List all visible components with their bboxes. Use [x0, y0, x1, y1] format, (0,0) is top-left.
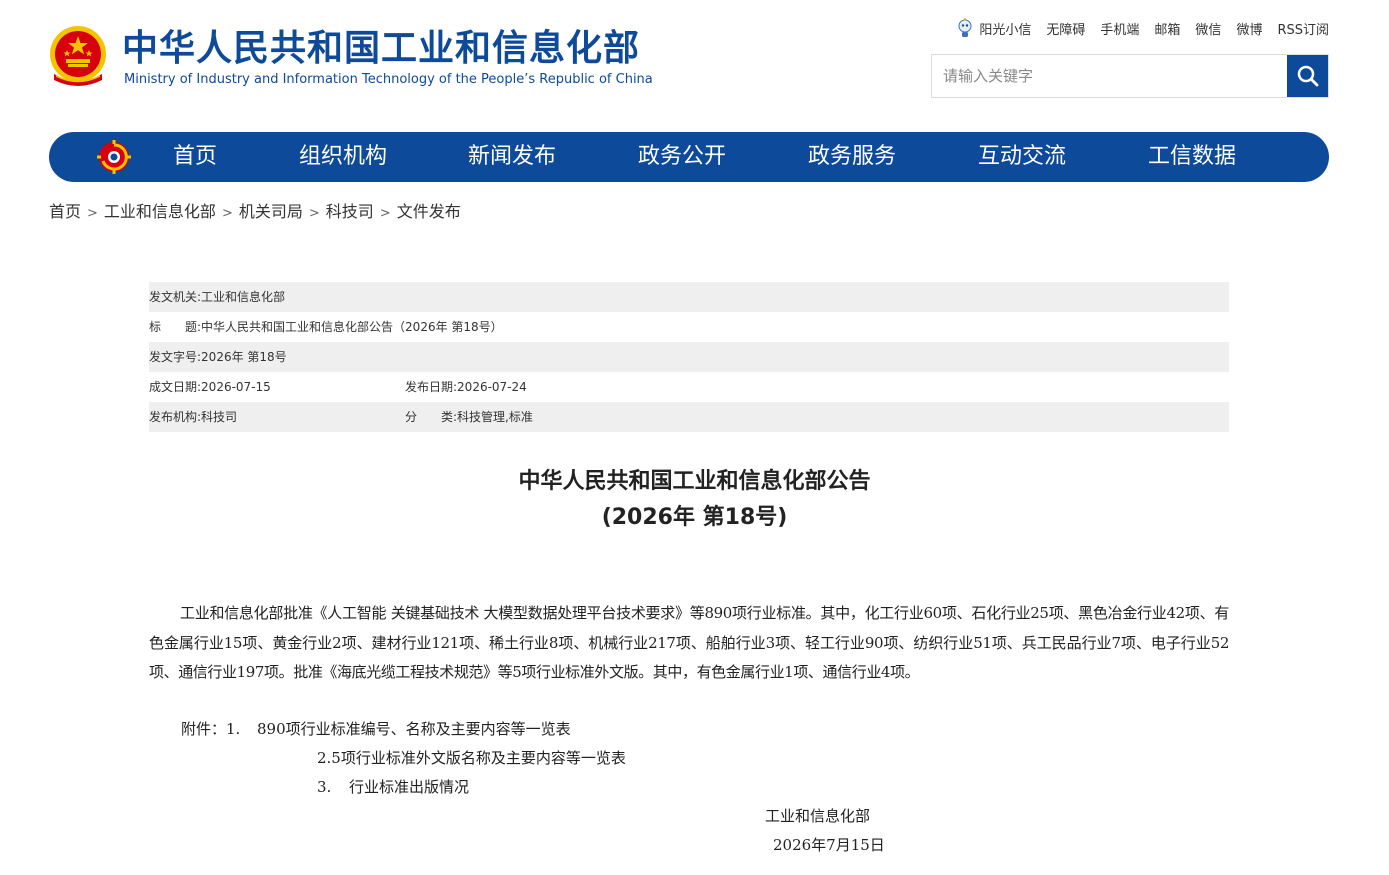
site-title-en[interactable]: Ministry of Industry and Information Tec… — [124, 71, 653, 89]
nav-home[interactable]: 首页 — [173, 132, 217, 182]
top-links: 阳光小信 无障碍 手机端 邮箱 微信 微博 RSS订阅 — [957, 18, 1329, 38]
meta-row-dates: 成文日期:2026-07-15 发布日期:2026-07-24 — [149, 372, 1229, 402]
attachment-number: 1. — [226, 720, 241, 738]
meta-docno: 发文字号:2026年 第18号 — [149, 342, 287, 372]
national-emblem-icon[interactable] — [46, 24, 110, 90]
breadcrumb-departments[interactable]: 机关司局 — [239, 202, 303, 221]
toplink-mobile[interactable]: 手机端 — [1100, 19, 1139, 38]
toplink-mail[interactable]: 邮箱 — [1154, 19, 1180, 38]
meta-label: 发布机构: — [149, 410, 202, 424]
meta-category: 分 类:科技管理,标准 — [405, 402, 533, 432]
breadcrumb: 首页 > 工业和信息化部 > 机关司局 > 科技司 > 文件发布 — [49, 201, 461, 225]
breadcrumb-separator: > — [221, 206, 233, 221]
meta-row-docno: 发文字号:2026年 第18号 — [149, 342, 1229, 372]
signature-org: 工业和信息化部 — [765, 807, 871, 825]
toplink-accessibility[interactable]: 无障碍 — [1046, 19, 1085, 38]
main-nav: 首页 组织机构 新闻发布 政务公开 政务服务 互动交流 工信数据 — [49, 132, 1329, 182]
attachment-link-2[interactable]: 2.5项行业标准外文版名称及主要内容等一览表 — [317, 749, 626, 767]
ministry-logo-icon[interactable] — [97, 140, 131, 174]
signature-date: 2026年7月15日 — [773, 836, 885, 854]
article-body: 工业和信息化部批准《人工智能 关键基础技术 大模型数据处理平台技术要求》等890… — [149, 604, 1229, 681]
nav-organization[interactable]: 组织机构 — [299, 132, 387, 182]
site-title-cn[interactable]: 中华人民共和国工业和信息化部 — [122, 26, 640, 72]
robot-icon — [958, 18, 972, 37]
nav-interaction[interactable]: 互动交流 — [978, 132, 1066, 182]
meta-issuer: 发文机关:工业和信息化部 — [149, 282, 285, 312]
meta-value: 2026年 第18号 — [201, 350, 287, 364]
breadcrumb-ministry[interactable]: 工业和信息化部 — [104, 202, 216, 221]
breadcrumb-home[interactable]: 首页 — [49, 202, 81, 221]
attachment-number: 3. — [317, 778, 332, 796]
meta-label: 发文字号: — [149, 350, 202, 364]
attachment-2: 2.5项行业标准外文版名称及主要内容等一览表 — [317, 747, 626, 769]
nav-data[interactable]: 工信数据 — [1148, 132, 1236, 182]
meta-value: 科技管理,标准 — [457, 410, 533, 424]
breadcrumb-separator: > — [308, 206, 320, 221]
meta-value: 工业和信息化部 — [201, 290, 286, 304]
article-title: 中华人民共和国工业和信息化部公告 — [518, 469, 871, 494]
meta-label: 发布日期: — [405, 380, 458, 394]
breadcrumb-separator: > — [87, 206, 98, 221]
nav-government-services[interactable]: 政务服务 — [808, 132, 896, 182]
meta-label: 发文机关: — [149, 290, 202, 304]
meta-value: 中华人民共和国工业和信息化部公告（2026年 第18号） — [201, 320, 503, 334]
meta-value: 科技司 — [201, 410, 238, 424]
search-box — [931, 54, 1329, 98]
meta-value: 2026-07-15 — [201, 380, 271, 394]
meta-label: 分 类: — [405, 410, 458, 424]
nav-government-affairs[interactable]: 政务公开 — [638, 132, 726, 182]
meta-row-issuer: 发文机关:工业和信息化部 — [149, 282, 1229, 312]
attachment-link-1[interactable]: 890项行业标准编号、名称及主要内容等一览表 — [257, 720, 571, 738]
meta-row-org: 发布机构:科技司 分 类:科技管理,标准 — [149, 402, 1229, 432]
breadcrumb-separator: > — [379, 206, 391, 221]
search-button[interactable] — [1287, 55, 1328, 97]
attachments-label: 附件： — [181, 720, 227, 738]
meta-label: 成文日期: — [149, 380, 202, 394]
attachment-link-3[interactable]: 行业标准出版情况 — [349, 778, 469, 796]
toplink-rss[interactable]: RSS订阅 — [1277, 19, 1329, 38]
article-subtitle: (2026年 第18号) — [601, 505, 788, 530]
meta-value: 2026-07-24 — [457, 380, 527, 394]
search-icon — [1297, 65, 1318, 87]
toplink-label: 阳光小信 — [979, 22, 1032, 38]
breadcrumb-science-dept[interactable]: 科技司 — [326, 202, 374, 221]
meta-label: 标 题: — [149, 320, 202, 334]
breadcrumb-documents[interactable]: 文件发布 — [397, 202, 461, 221]
nav-news[interactable]: 新闻发布 — [468, 132, 556, 182]
toplink-wechat[interactable]: 微信 — [1195, 19, 1221, 38]
document-meta-table: 发文机关:工业和信息化部 标 题:中华人民共和国工业和信息化部公告（2026年 … — [149, 282, 1229, 432]
attachment-3: 3. 行业标准出版情况 — [317, 776, 469, 798]
meta-row-title: 标 题:中华人民共和国工业和信息化部公告（2026年 第18号） — [149, 312, 1229, 342]
attachment-1: 附件：1. 890项行业标准编号、名称及主要内容等一览表 — [181, 718, 571, 740]
site-header: 中华人民共和国工业和信息化部 Ministry of Industry and … — [0, 0, 1389, 120]
meta-created: 成文日期:2026-07-15 — [149, 372, 271, 402]
meta-org: 发布机构:科技司 — [149, 402, 237, 432]
toplink-sunshine-assistant[interactable]: 阳光小信 — [957, 18, 1031, 38]
search-input[interactable] — [932, 55, 1288, 97]
meta-title: 标 题:中华人民共和国工业和信息化部公告（2026年 第18号） — [149, 312, 503, 342]
meta-published: 发布日期:2026-07-24 — [405, 372, 527, 402]
toplink-weibo[interactable]: 微博 — [1236, 19, 1262, 38]
